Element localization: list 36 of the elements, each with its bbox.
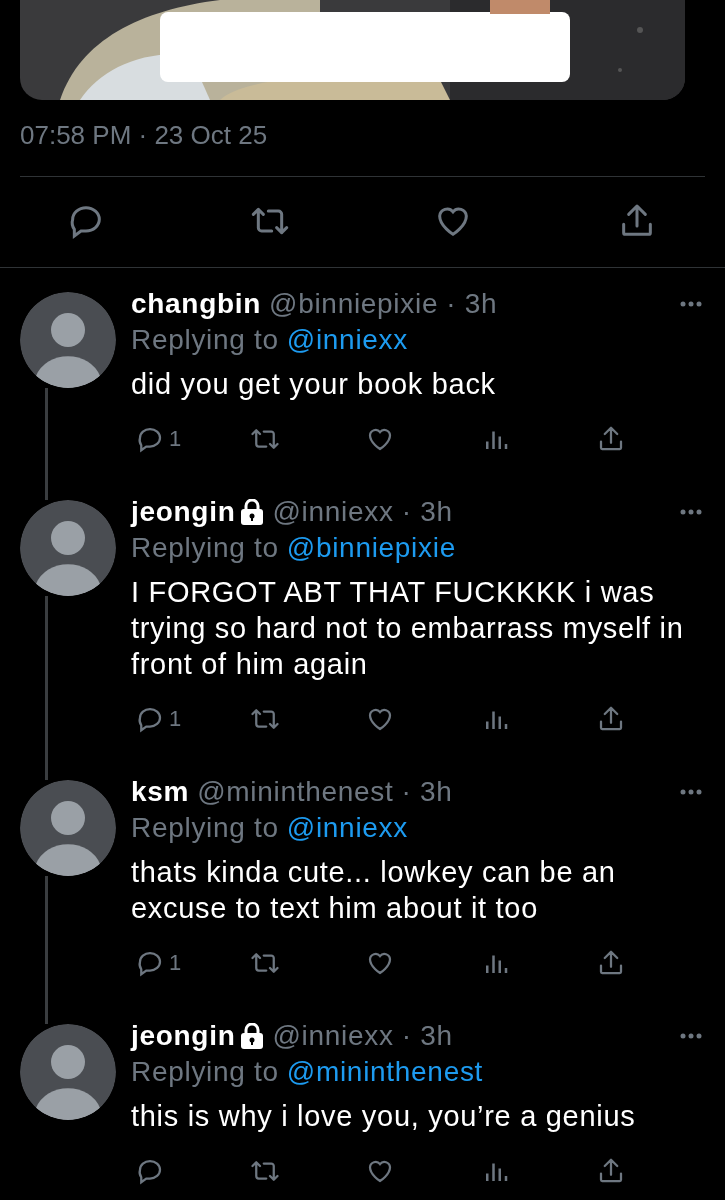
mention-link[interactable]: @binniepixie (286, 530, 456, 566)
more-icon[interactable] (679, 788, 703, 796)
mention-link[interactable]: @inniexx (286, 810, 408, 846)
more-icon[interactable] (679, 300, 703, 308)
reply-text: did you get your book back (131, 367, 497, 402)
mention-link[interactable]: @inniexx (286, 322, 408, 358)
timestamp: 07:58 PM · 23 Oct 25 (19, 119, 269, 152)
replying-label: Replying to (131, 531, 279, 565)
user-name[interactable]: jeongin (131, 494, 236, 530)
avatar[interactable] (20, 1024, 116, 1120)
reply-count: 1 (169, 950, 182, 976)
replying-label: Replying to (131, 811, 279, 845)
reply-count: 1 (169, 706, 182, 732)
user-name[interactable]: jeongin (131, 1018, 236, 1054)
user-handle[interactable]: @mininthenest (197, 774, 394, 810)
post-time: · 3h (446, 287, 498, 321)
replying-label: Replying to (131, 1055, 279, 1089)
user-handle[interactable]: @binniepixie (269, 286, 439, 322)
avatar[interactable] (20, 500, 116, 596)
post-time: · 3h (401, 495, 453, 529)
user-name[interactable]: ksm (131, 774, 190, 810)
reply-text: I FORGOT ABT THAT FUCKKKK i was trying so hard not to embarrass myself in front of him again (131, 575, 685, 682)
more-icon[interactable] (679, 508, 703, 516)
post-time: · 3h (401, 775, 453, 809)
avatar[interactable] (20, 292, 116, 388)
replying-label: Replying to (131, 323, 279, 357)
user-handle[interactable]: @inniexx (272, 1018, 394, 1054)
mention-link[interactable]: @mininthenest (286, 1054, 484, 1090)
more-icon[interactable] (679, 1032, 703, 1040)
post-time: · 3h (401, 1019, 453, 1053)
reply-text: thats kinda cute... lowkey can be an excuse to text him about it too (131, 855, 617, 926)
reply-text: this is why i love you, you’re a genius (131, 1099, 637, 1134)
user-name[interactable]: changbin (131, 286, 262, 322)
avatar[interactable] (20, 780, 116, 876)
user-handle[interactable]: @inniexx (272, 494, 394, 530)
reply-count: 1 (169, 426, 182, 452)
